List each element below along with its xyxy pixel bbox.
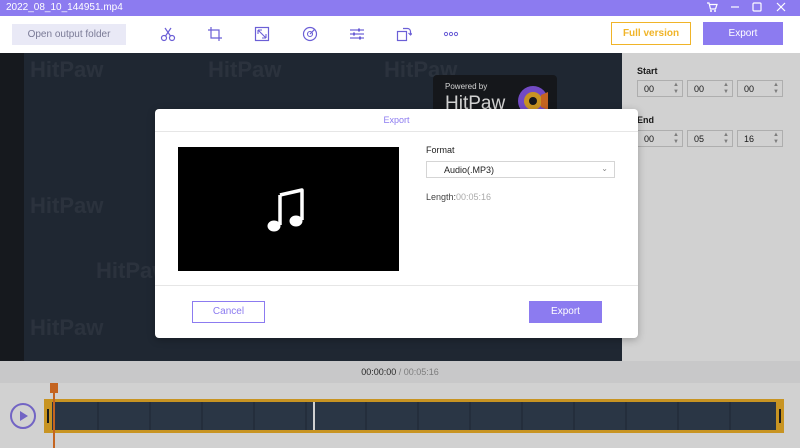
- crop-icon[interactable]: [207, 26, 223, 42]
- format-value: Audio(.MP3): [444, 165, 495, 175]
- window-title: 2022_08_10_144951.mp4: [6, 2, 123, 13]
- rotate-icon[interactable]: [396, 26, 412, 42]
- length-info: Length:00:05:16: [426, 192, 491, 202]
- length-value: 00:05:16: [456, 192, 492, 202]
- music-note-icon: [267, 188, 304, 232]
- adjust-icon[interactable]: [349, 26, 365, 42]
- audio-thumbnail: [178, 147, 399, 271]
- cart-icon[interactable]: [705, 1, 719, 15]
- format-label: Format: [426, 145, 455, 155]
- maximize-icon[interactable]: [750, 1, 764, 15]
- dialog-export-button[interactable]: Export: [529, 301, 602, 323]
- export-dialog: Export Format Audio(.MP3) ⌄ Length:00:05…: [155, 109, 638, 338]
- dialog-title: Export: [383, 115, 410, 125]
- format-select[interactable]: Audio(.MP3) ⌄: [426, 161, 615, 178]
- divider: [155, 285, 638, 286]
- full-version-button[interactable]: Full version: [611, 22, 691, 45]
- cancel-button[interactable]: Cancel: [192, 301, 265, 323]
- divider: [155, 131, 638, 132]
- close-icon[interactable]: [774, 1, 788, 15]
- speed-icon[interactable]: [302, 26, 318, 42]
- chevron-down-icon: ⌄: [601, 164, 608, 173]
- scissors-icon[interactable]: [160, 26, 176, 42]
- toolbar: Open output folder Full version Export: [0, 16, 800, 52]
- app-window: 2022_08_10_144951.mp4 Open output folder: [0, 0, 800, 448]
- length-label: Length:: [426, 192, 457, 202]
- open-output-folder-button[interactable]: Open output folder: [12, 24, 126, 45]
- title-bar: 2022_08_10_144951.mp4: [0, 0, 800, 16]
- export-button[interactable]: Export: [703, 22, 783, 45]
- minimize-icon[interactable]: [728, 1, 742, 15]
- resize-icon[interactable]: [254, 26, 270, 42]
- more-icon[interactable]: [443, 26, 459, 42]
